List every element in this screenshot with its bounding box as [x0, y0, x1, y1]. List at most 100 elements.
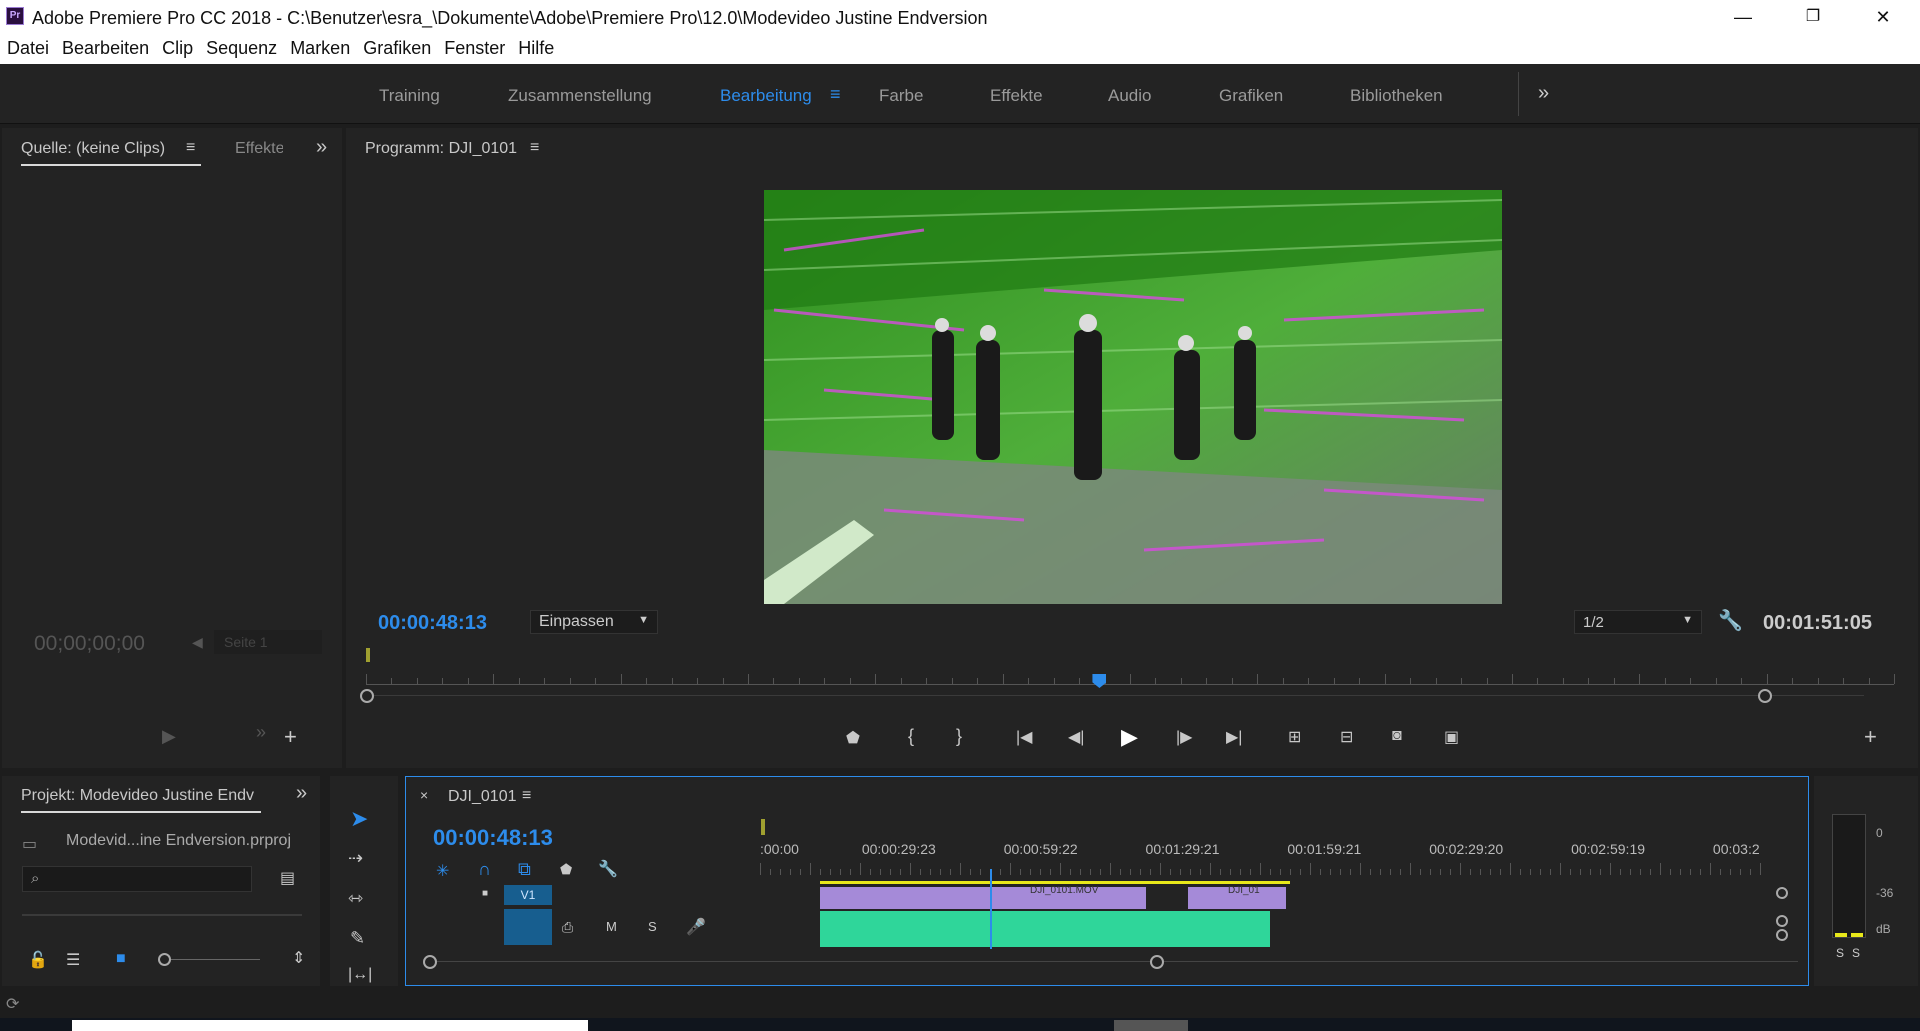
close-window-button[interactable]: ✕	[1860, 4, 1906, 30]
step-back-icon[interactable]: ◀|	[1068, 727, 1084, 747]
ripple-edit-tool-icon[interactable]: ⇿	[348, 888, 363, 909]
compare-view-icon[interactable]: ▣	[1444, 727, 1459, 747]
timeline-playhead[interactable]	[990, 869, 992, 949]
resolution-select[interactable]: 1/2 ▼	[1574, 610, 1702, 634]
mute-button[interactable]: M	[606, 919, 617, 934]
program-current-timecode[interactable]: 00:00:48:13	[378, 612, 487, 635]
tab-program[interactable]: Programm: DJI_0101	[365, 140, 517, 158]
add-marker-icon[interactable]: ⬟	[846, 728, 860, 748]
project-scroll-track[interactable]	[22, 914, 302, 916]
workspace-bearbeitung[interactable]: Bearbeitung	[720, 86, 812, 106]
workspace-zusammenstellung[interactable]: Zusammenstellung	[508, 86, 652, 106]
solo-button[interactable]: S	[648, 919, 657, 934]
zoom-bar[interactable]	[368, 695, 1864, 696]
source-add-button-icon[interactable]: +	[284, 724, 297, 750]
video-clip[interactable]: DJI_01	[1188, 885, 1286, 909]
settings-wrench-icon[interactable]: 🔧	[598, 859, 618, 879]
timeline-current-timecode[interactable]: 00:00:48:13	[433, 825, 553, 851]
track-scroll-handle[interactable]	[1776, 929, 1788, 941]
icon-view-icon[interactable]: ■	[116, 950, 126, 968]
solo-right-button[interactable]: S	[1852, 946, 1860, 960]
solo-left-button[interactable]: S	[1836, 946, 1844, 960]
work-area-bar[interactable]	[820, 881, 1290, 884]
track-scroll-handle[interactable]	[1776, 915, 1788, 927]
audio-clip[interactable]	[820, 911, 1270, 947]
track-v1-target[interactable]: V1	[504, 885, 552, 905]
zoom-slider-track[interactable]	[164, 959, 260, 960]
program-playhead[interactable]	[1092, 674, 1107, 688]
track-scroll-handle[interactable]	[1776, 887, 1788, 899]
workspace-grafiken[interactable]: Grafiken	[1219, 86, 1283, 106]
source-play-icon[interactable]: ▶	[162, 726, 176, 747]
workspace-effekte[interactable]: Effekte	[990, 86, 1043, 106]
workspace-audio[interactable]: Audio	[1108, 86, 1151, 106]
scrubber-track[interactable]	[366, 684, 1894, 685]
extract-icon[interactable]: ⊟	[1340, 727, 1353, 747]
selection-tool-icon[interactable]: ➤	[350, 806, 368, 832]
new-bin-icon[interactable]: ▤	[280, 868, 295, 888]
tab-sequence[interactable]: DJI_0101	[448, 788, 517, 806]
workspace-overflow-icon[interactable]: »	[1538, 82, 1549, 105]
track-output-icon[interactable]: ⎙	[562, 919, 573, 936]
tab-source[interactable]: Quelle: (keine Clips)	[21, 140, 165, 158]
razor-tool-icon[interactable]: ✎	[350, 928, 365, 949]
menu-datei[interactable]: Datei	[0, 34, 55, 59]
add-marker-icon[interactable]: ⬟	[560, 861, 572, 878]
menu-fenster[interactable]: Fenster	[437, 34, 511, 59]
mark-out-icon[interactable]: }	[956, 726, 962, 747]
zoom-slider-handle[interactable]	[158, 953, 171, 966]
program-panel-menu-icon[interactable]: ≡	[530, 139, 539, 157]
menu-marken[interactable]: Marken	[283, 34, 356, 59]
menu-clip[interactable]: Clip	[155, 34, 199, 59]
menu-grafiken[interactable]: Grafiken	[356, 34, 437, 59]
sync-icon[interactable]: ⟳	[6, 994, 19, 1014]
video-clip[interactable]: DJI_0101.MOV	[820, 885, 1146, 909]
workspace-bibliotheken[interactable]: Bibliotheken	[1350, 86, 1443, 106]
step-forward-icon[interactable]: |▶	[1176, 727, 1192, 747]
go-to-out-icon[interactable]: ▶|	[1226, 727, 1242, 747]
close-sequence-icon[interactable]: ×	[420, 787, 428, 803]
source-more-icon[interactable]: »	[256, 722, 266, 743]
mark-in-icon[interactable]: {	[908, 726, 914, 747]
timeline-zoom-handle-left[interactable]	[423, 955, 437, 969]
zoom-handle-left[interactable]	[360, 689, 374, 703]
sort-icon[interactable]: ⇕	[292, 948, 305, 968]
timeline-zoom-handle-right[interactable]	[1150, 955, 1164, 969]
menu-sequenz[interactable]: Sequenz	[199, 34, 283, 59]
timeline-ruler[interactable]: :00:00 00:00:29:23 00:00:59:22 00:01:29:21 0…	[760, 841, 1761, 879]
timeline-menu-icon[interactable]: ≡	[522, 787, 531, 805]
restore-button[interactable]: ❐	[1790, 4, 1836, 30]
nest-icon[interactable]: ✳	[436, 861, 449, 881]
workspace-training[interactable]: Training	[379, 86, 440, 106]
left-arrow-icon[interactable]: ◀	[192, 634, 203, 651]
tab-project[interactable]: Projekt: Modevideo Justine Endv	[21, 787, 263, 805]
microphone-icon[interactable]: 🎤	[686, 917, 706, 937]
linked-selection-icon[interactable]: ⧉	[518, 859, 531, 880]
workspace-menu-icon[interactable]: ≡	[830, 84, 841, 105]
camera-icon[interactable]: ◙	[1392, 727, 1402, 745]
zoom-handle-right[interactable]	[1758, 689, 1772, 703]
source-panel-menu-icon[interactable]: ≡	[186, 139, 195, 157]
taskbar-app[interactable]	[1114, 1020, 1188, 1031]
list-view-icon[interactable]: ☰	[66, 950, 80, 970]
taskbar-search[interactable]	[72, 1020, 588, 1031]
menu-bearbeiten[interactable]: Bearbeiten	[55, 34, 155, 59]
menu-hilfe[interactable]: Hilfe	[511, 34, 560, 59]
play-icon[interactable]: ▶	[1121, 724, 1138, 750]
slip-tool-icon[interactable]: |↔|	[348, 966, 372, 984]
project-file-name[interactable]: Modevid...ine Endversion.prproj	[66, 832, 291, 850]
panel-overflow-icon[interactable]: »	[316, 136, 327, 159]
go-to-in-icon[interactable]: |◀	[1016, 727, 1032, 747]
panel-overflow-icon[interactable]: »	[296, 782, 307, 805]
lock-icon[interactable]: 🔓	[28, 950, 48, 970]
page-field[interactable]: Seite 1	[214, 630, 322, 654]
track-a1-target[interactable]	[504, 909, 552, 945]
minimize-button[interactable]: —	[1720, 4, 1766, 30]
tab-effects[interactable]: Effekte	[235, 140, 283, 158]
wrench-icon[interactable]: 🔧	[1718, 608, 1743, 633]
lift-icon[interactable]: ⊞	[1288, 727, 1301, 747]
workspace-farbe[interactable]: Farbe	[879, 86, 923, 106]
program-add-button-icon[interactable]: +	[1864, 724, 1877, 750]
zoom-select[interactable]: Einpassen ▼	[530, 610, 658, 634]
timeline-scroll-track[interactable]	[428, 961, 1798, 962]
